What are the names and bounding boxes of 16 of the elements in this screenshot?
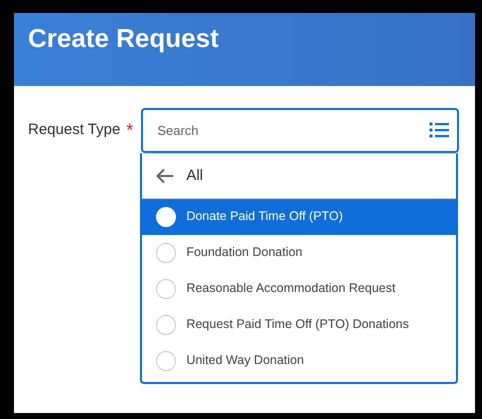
option-item[interactable]: Donate Paid Time Off (PTO) <box>142 199 456 235</box>
search-field[interactable]: Search <box>141 108 460 153</box>
field-label: Request Type <box>28 120 120 140</box>
radio-button[interactable] <box>156 279 176 299</box>
back-arrow-icon[interactable] <box>156 168 174 184</box>
option-item[interactable]: United Way Donation <box>142 343 456 379</box>
required-mark: * <box>126 119 134 142</box>
list-icon[interactable] <box>429 122 450 138</box>
page-title: Create Request <box>28 23 220 54</box>
radio-button[interactable] <box>156 351 176 371</box>
option-item[interactable]: Request Paid Time Off (PTO) Donations <box>142 307 456 343</box>
radio-button[interactable] <box>156 315 176 335</box>
option-item[interactable]: Foundation Donation <box>142 235 456 271</box>
option-item[interactable]: Reasonable Accommodation Request <box>142 271 456 307</box>
radio-button[interactable] <box>156 243 176 263</box>
back-link[interactable]: All <box>186 164 203 188</box>
